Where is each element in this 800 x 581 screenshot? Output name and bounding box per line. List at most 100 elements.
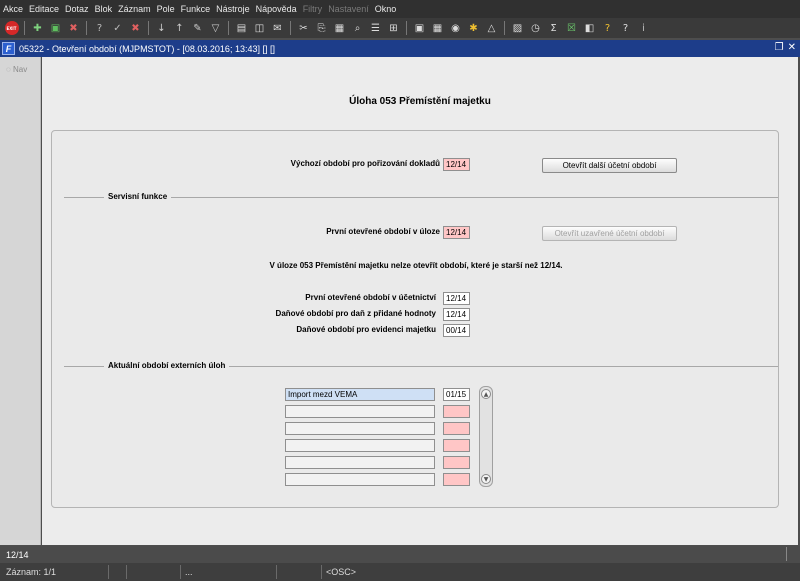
external-task-period[interactable] [443,422,470,435]
mail-icon[interactable]: ✉ [270,21,285,36]
preview-icon[interactable]: ◫ [252,21,267,36]
add-record-icon[interactable]: ✚ [30,21,45,36]
status-ellipsis: ... [180,565,210,579]
menu-nastroje[interactable]: Nástroje [216,4,250,14]
sort-desc-icon[interactable]: ↑ [172,21,187,36]
menu-filtry: Filtry [302,4,323,14]
tree-icon[interactable]: ⊞ [386,21,401,36]
sum-icon[interactable]: Σ [546,21,561,36]
toolbar-separator [86,21,88,35]
warning-icon[interactable]: △ [484,21,499,36]
close-icon[interactable]: ✕ [788,42,796,53]
filter-icon[interactable]: ▽ [208,21,223,36]
query-exec-icon[interactable]: ✓ [110,21,125,36]
first-open-accounting-label: První otevřené období v účetnictví [305,293,436,302]
window-controls: ❐ ✕ [775,42,796,53]
image-icon[interactable]: ▨ [510,21,525,36]
source-period-field[interactable]: 12/14 [443,158,470,171]
help-icon[interactable]: ? [600,21,615,36]
menu-nastaveni: Nastavení [328,4,369,14]
save-icon[interactable]: ▣ [48,21,63,36]
find-icon[interactable]: ⌕ [350,21,365,36]
scroll-down-icon[interactable]: ▼ [481,474,491,484]
list-icon[interactable]: ☰ [368,21,383,36]
chart-icon[interactable]: ◧ [582,21,597,36]
form-panel: Výchozí období pro pořizování dokladů 12… [51,130,779,508]
external-task-period[interactable] [443,456,470,469]
status-segment [108,565,126,579]
open-next-period-button[interactable]: Otevřít další účetní období [542,158,677,173]
calc-icon[interactable]: ▦ [430,21,445,36]
paste-icon[interactable]: ▦ [332,21,347,36]
clock-icon[interactable]: ◷ [528,21,543,36]
external-task-name[interactable] [285,422,435,435]
menu-blok[interactable]: Blok [95,4,113,14]
menu-okno[interactable]: Okno [375,4,397,14]
external-task-period[interactable] [443,439,470,452]
external-task-name[interactable] [285,405,435,418]
exit-icon: EXIT [4,21,19,35]
toolbar-separator [148,21,150,35]
export-icon[interactable]: ▣ [412,21,427,36]
toolbar-separator [406,21,408,35]
toolbar-separator [24,21,26,35]
query-cancel-icon[interactable]: ✖ [128,21,143,36]
menu-dotaz[interactable]: Dotaz [65,4,89,14]
status-value: 12/14 [6,549,29,560]
cut-icon[interactable]: ✂ [296,21,311,36]
external-task-period[interactable]: 01/15 [443,388,470,401]
restore-icon[interactable]: ❐ [775,42,784,53]
menu-funkce[interactable]: Funkce [181,4,211,14]
about-icon[interactable]: ? [618,21,633,36]
menu-akce[interactable]: Akce [3,4,23,14]
asset-period-label: Daňové období pro evidenci majetku [296,325,436,334]
status-segment [126,565,144,579]
excel-icon[interactable]: ☒ [564,21,579,36]
first-open-task-label: První otevřené období v úloze [326,227,440,236]
toolbar-separator [290,21,292,35]
external-task-period[interactable] [443,405,470,418]
print-icon[interactable]: ▤ [234,21,249,36]
source-period-label: Výchozí období pro pořizování dokladů [290,159,440,168]
external-task-name[interactable] [285,456,435,469]
exit-button[interactable]: EXIT [4,21,19,36]
external-section-title: Aktuální období externích úloh [104,361,230,370]
app-icon: F [2,42,15,55]
status-osc: <OSC> [321,565,356,579]
star-icon[interactable]: ✱ [466,21,481,36]
external-task-name[interactable] [285,473,435,486]
first-open-task-field[interactable]: 12/14 [443,226,470,239]
copy-icon[interactable]: ⎘ [314,21,329,36]
external-tasks-scrollbar[interactable]: ▲ ▼ [479,386,493,487]
vat-period-field[interactable]: 12/14 [443,308,470,321]
asset-period-field[interactable]: 00/14 [443,324,470,337]
menu-pole[interactable]: Pole [157,4,175,14]
external-task-period[interactable] [443,473,470,486]
first-open-accounting-field[interactable]: 12/14 [443,292,470,305]
toolbar-separator [504,21,506,35]
status-bar-value: 12/14 [0,546,800,563]
page-title: Úloha 053 Přemístění majetku [349,96,491,107]
menu-zaznam[interactable]: Záznam [118,4,151,14]
toolbar-separator [228,21,230,35]
menu-bar: Akce Editace Dotaz Blok Záznam Pole Funk… [0,0,800,18]
record-counter: Záznam: 1/1 [6,567,57,577]
sort-asc-icon[interactable]: ↓ [154,21,169,36]
globe-icon[interactable]: ◉ [448,21,463,36]
info-icon[interactable]: i [636,21,651,36]
query-icon[interactable]: ? [92,21,107,36]
window-title: 05322 - Otevření období (MJPMSTOT) - [08… [19,43,275,54]
status-segment [276,565,316,579]
status-divider [786,547,788,561]
tools-icon[interactable]: ✎ [190,21,205,36]
form-content: Úloha 053 Přemístění majetku Výchozí obd… [42,57,798,545]
menu-napoveda[interactable]: Nápověda [256,4,297,14]
toolbar: EXIT ✚ ▣ ✖ ? ✓ ✖ ↓ ↑ ✎ ▽ ▤ ◫ ✉ ✂ ⎘ ▦ ⌕ ☰… [0,18,800,38]
external-task-name[interactable] [285,439,435,452]
menu-editace[interactable]: Editace [29,4,59,14]
scroll-up-icon[interactable]: ▲ [481,389,491,399]
nav-label[interactable]: ◌ Nav [0,57,40,74]
external-task-name[interactable]: Import mezd VEMA [285,388,435,401]
open-closed-period-button: Otevřít uzavřené účetní období [542,226,677,241]
delete-record-icon[interactable]: ✖ [66,21,81,36]
